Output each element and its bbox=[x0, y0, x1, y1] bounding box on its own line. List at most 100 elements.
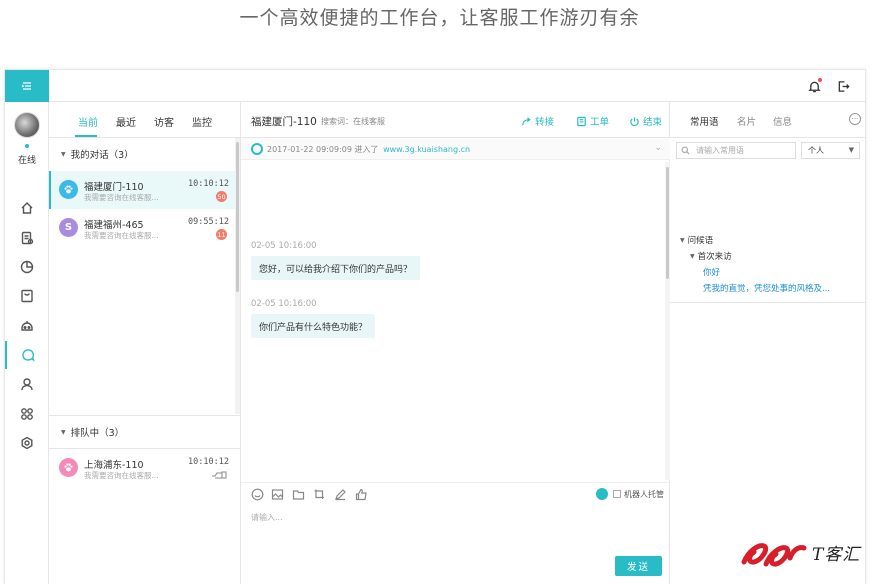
conversation-time: 10:10:12 bbox=[188, 457, 229, 467]
robot-hosting-toggle[interactable]: 机器人托管 bbox=[596, 488, 664, 500]
conversation-scrollbar[interactable] bbox=[235, 138, 240, 414]
conversation-name: 上海浦东-110 bbox=[84, 460, 144, 471]
chat-header: 福建厦门-110 搜索词：在线客服 转接 工单 结束 bbox=[241, 102, 670, 138]
input-toolbar: 机器人托管 bbox=[241, 482, 670, 504]
visit-url-link[interactable]: www.3g.kuaishang.cn bbox=[383, 145, 470, 154]
chat-icon bbox=[22, 349, 35, 362]
chat-panel: 福建厦门-110 搜索词：在线客服 转接 工单 结束 2017-01-22 09… bbox=[241, 102, 670, 584]
rail-robot[interactable] bbox=[5, 312, 49, 340]
more-icon[interactable]: ··· bbox=[849, 113, 861, 125]
rail-document[interactable] bbox=[5, 224, 49, 252]
tab-current[interactable]: 当前 bbox=[78, 114, 98, 129]
menu-icon bbox=[21, 82, 31, 90]
rating-button[interactable] bbox=[355, 488, 368, 501]
ticket-icon bbox=[577, 116, 586, 126]
paw-icon bbox=[59, 458, 78, 477]
tree-node[interactable]: ▼ 问候语 bbox=[680, 234, 713, 246]
conversation-name: 福建福州-465 bbox=[84, 220, 144, 231]
send-button[interactable]: 发送 bbox=[615, 556, 662, 576]
accept-hand-icon[interactable] bbox=[211, 470, 227, 479]
message-input[interactable]: 请输入... bbox=[251, 512, 283, 523]
side-tabs: 常用语 名片 信息 ··· bbox=[670, 102, 866, 138]
conversation-panel: 当前 最近 访客 监控 ▼ 我的对话（3） 福建厦门-110 我需要咨询在线客服… bbox=[49, 102, 241, 584]
conversation-item[interactable]: 上海浦东-110 我需要咨询在线客服... 10:10:12 bbox=[49, 449, 235, 487]
power-icon bbox=[630, 116, 639, 126]
image-button[interactable] bbox=[271, 488, 284, 501]
folder-icon bbox=[292, 490, 305, 500]
phrase-item[interactable]: 你好 bbox=[703, 266, 720, 278]
group-title: 我的对话（3） bbox=[70, 150, 134, 161]
edit-button[interactable] bbox=[334, 488, 347, 501]
conversation-avatar: S bbox=[59, 218, 78, 237]
phrase-search-input[interactable]: 请输入常用语 bbox=[676, 142, 796, 159]
group-queue[interactable]: ▼ 排队中（3） bbox=[49, 416, 235, 448]
transfer-button[interactable]: 转接 bbox=[521, 114, 554, 128]
phrase-item[interactable]: 凭我的直觉，凭您处事的风格及... bbox=[703, 282, 830, 294]
phrase-scope-select[interactable]: 个人 ▼ bbox=[801, 142, 860, 159]
emoji-button[interactable] bbox=[251, 488, 264, 501]
tab-card[interactable]: 名片 bbox=[737, 114, 756, 128]
side-panel: 常用语 名片 信息 ··· 请输入常用语 个人 ▼ ▼ 问候语 ▼ 首次来访 你… bbox=[670, 102, 866, 584]
page-headline: 一个高效便捷的工作台，让客服工作游刃有余 bbox=[239, 7, 640, 29]
conversation-preview: 我需要咨询在线客服... bbox=[84, 193, 159, 202]
logo-mark bbox=[741, 543, 807, 567]
share-icon bbox=[522, 116, 531, 125]
tab-recent[interactable]: 最近 bbox=[116, 114, 136, 129]
robot-icon bbox=[21, 321, 33, 331]
agent-avatar[interactable] bbox=[14, 112, 40, 138]
message-bubble: 你们产品有什么特色功能？ bbox=[251, 314, 376, 338]
chevron-down-icon[interactable]: ⌄ bbox=[654, 143, 662, 153]
group-my-conversations[interactable]: ▼ 我的对话（3） bbox=[49, 138, 235, 170]
notification-dot bbox=[818, 78, 822, 82]
caret-down-icon: ▼ bbox=[61, 150, 66, 158]
scrollbar-thumb[interactable] bbox=[666, 167, 669, 279]
conversation-time: 10:10:12 bbox=[188, 179, 229, 189]
transfer-label: 转接 bbox=[535, 117, 555, 128]
menu-toggle-button[interactable] bbox=[5, 70, 49, 102]
logout-button[interactable] bbox=[835, 78, 851, 94]
rail-apps[interactable] bbox=[5, 400, 49, 428]
visit-info: 2017-01-22 09:09:09 进入了 www.3g.kuaishang… bbox=[267, 144, 470, 155]
message-time: 02-05 10:16:00 bbox=[251, 241, 317, 251]
tree-node[interactable]: ▼ 首次来访 bbox=[690, 250, 732, 262]
scrollbar-thumb[interactable] bbox=[236, 142, 239, 292]
active-tab-indicator bbox=[75, 135, 97, 137]
caret-down-icon: ▼ bbox=[61, 428, 66, 436]
agent-status[interactable]: 在线 bbox=[5, 153, 49, 166]
end-label: 结束 bbox=[643, 117, 663, 128]
ticket-label: 工单 bbox=[590, 117, 610, 128]
end-button[interactable]: 结束 bbox=[629, 114, 662, 128]
conversation-item[interactable]: 福建厦门-110 我需要咨询在线客服... 10:10:12 50 bbox=[49, 171, 235, 209]
ticket-button[interactable]: 工单 bbox=[576, 114, 609, 128]
rail-inbox[interactable] bbox=[5, 282, 49, 310]
thumbs-up-icon bbox=[355, 488, 367, 501]
visit-info-bar: 2017-01-22 09:09:09 进入了 www.3g.kuaishang… bbox=[241, 138, 670, 160]
caret-down-icon: ▼ bbox=[690, 252, 695, 260]
tab-phrases[interactable]: 常用语 bbox=[690, 114, 719, 128]
top-bar bbox=[49, 70, 866, 102]
message-bubble: 您好，可以给我介绍下你们的产品吗？ bbox=[251, 256, 421, 280]
screenshot-icon bbox=[314, 489, 324, 499]
rail-stats[interactable] bbox=[5, 253, 49, 281]
unread-badge: 50 bbox=[216, 191, 227, 202]
caret-down-icon: ▼ bbox=[680, 236, 685, 244]
tab-info[interactable]: 信息 bbox=[773, 114, 792, 128]
screenshot-button[interactable] bbox=[313, 488, 326, 501]
visit-verb: 进入了 bbox=[354, 145, 379, 154]
rail-chat[interactable] bbox=[5, 341, 49, 369]
robot-hosting-checkbox[interactable] bbox=[613, 490, 621, 498]
notification-button[interactable] bbox=[806, 78, 822, 94]
conversation-item[interactable]: S 福建福州-465 我需要咨询在线客服... 09:55:12 11 bbox=[49, 209, 235, 247]
file-button[interactable] bbox=[292, 488, 305, 501]
inbox-icon bbox=[21, 289, 33, 303]
search-icon bbox=[681, 146, 690, 155]
tab-monitor[interactable]: 监控 bbox=[192, 114, 212, 129]
settings-icon bbox=[21, 436, 33, 450]
rail-users[interactable] bbox=[5, 370, 49, 398]
rail-settings[interactable] bbox=[5, 429, 49, 457]
visit-time: 2017-01-22 09:09:09 bbox=[267, 145, 352, 154]
rail-home[interactable] bbox=[5, 194, 49, 222]
conversation-preview: 我需要咨询在线客服... bbox=[84, 471, 159, 480]
tab-visitors[interactable]: 访客 bbox=[154, 114, 174, 129]
caret-down-icon: ▼ bbox=[848, 146, 854, 154]
